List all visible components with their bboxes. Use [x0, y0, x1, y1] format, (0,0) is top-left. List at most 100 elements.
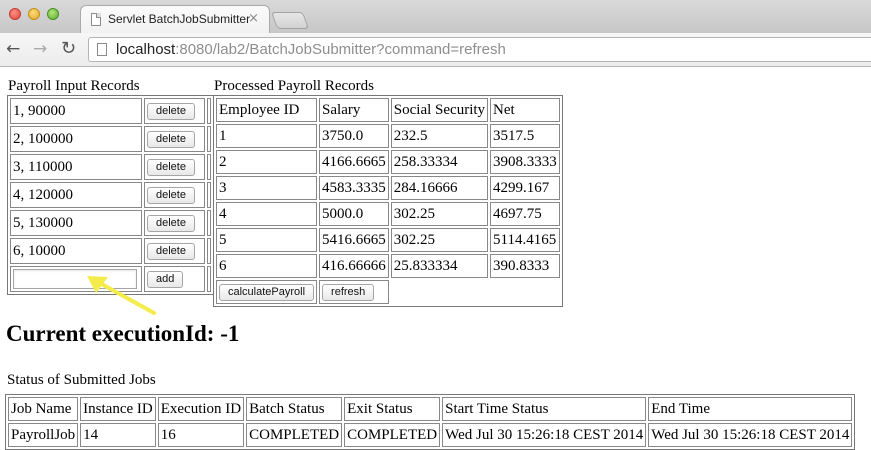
jobs-header-cell: Start Time Status — [442, 397, 647, 421]
input-record-text: 1, 90000 — [10, 98, 142, 124]
job-row: PayrollJob 14 16 COMPLETED COMPLETED Wed Jul … — [8, 423, 853, 447]
job-cell: 16 — [157, 423, 245, 447]
processed-cell: 25.833334 — [390, 254, 489, 278]
input-record-row: 3, 110000 delete — [10, 154, 211, 180]
input-record-text: 6, 10000 — [10, 238, 142, 264]
column-separator — [207, 182, 211, 208]
column-separator — [207, 98, 211, 124]
input-record-action-cell: delete — [144, 210, 205, 236]
url-host: localhost — [116, 41, 176, 58]
input-record-action-cell: delete — [144, 98, 205, 124]
job-cell: COMPLETED — [246, 423, 343, 447]
processed-cell: 4299.167 — [490, 176, 560, 200]
delete-button[interactable]: delete — [147, 243, 195, 260]
processed-cell: 5114.4165 — [490, 228, 560, 252]
processed-header-cell: Salary — [319, 98, 389, 122]
input-record-text: 2, 100000 — [10, 126, 142, 152]
page-icon — [91, 13, 101, 26]
column-separator — [207, 154, 211, 180]
input-record-action-cell: delete — [144, 126, 205, 152]
job-cell: COMPLETED — [344, 423, 441, 447]
delete-button[interactable]: delete — [147, 103, 195, 120]
delete-button[interactable]: delete — [147, 187, 195, 204]
processed-cell: 416.66666 — [319, 254, 389, 278]
delete-button[interactable]: delete — [147, 215, 195, 232]
processed-cell: 4697.75 — [490, 202, 560, 226]
annotation-arrow-icon — [87, 276, 156, 315]
processed-payroll-table: Employee ID Salary Social Security Net 1 375… — [213, 95, 563, 307]
processed-cell: 3908.3333 — [490, 150, 560, 174]
jobs-header-cell: Execution ID — [157, 397, 245, 421]
new-tab-button[interactable] — [270, 12, 310, 29]
processed-row: 3 4583.3335 284.16666 4299.167 — [216, 176, 560, 200]
calculate-payroll-button[interactable]: calculatePayroll — [219, 284, 315, 301]
empty-cell — [391, 280, 488, 304]
processed-cell: 4583.3335 — [319, 176, 389, 200]
current-execution-heading: Current executionId: -1 — [6, 321, 240, 346]
processed-header-cell: Net — [490, 98, 560, 122]
column-separator — [207, 266, 211, 292]
processed-cell: 3750.0 — [319, 124, 389, 148]
processed-cell: 3517.5 — [490, 124, 560, 148]
input-record-action-cell: delete — [144, 154, 205, 180]
address-url: localhost:8080/lab2/BatchJobSubmitter?co… — [116, 41, 506, 58]
input-record-text: 4, 120000 — [10, 182, 142, 208]
window-controls — [9, 8, 59, 20]
delete-button[interactable]: delete — [147, 159, 195, 176]
jobs-header-cell: Instance ID — [80, 397, 156, 421]
refresh-button[interactable]: refresh — [322, 284, 375, 301]
reload-icon[interactable]: ↻ — [61, 38, 76, 60]
input-caption: Payroll Input Records — [8, 78, 140, 94]
close-window-button[interactable] — [9, 8, 21, 20]
tab-title: Servlet BatchJobSubmitter — [108, 12, 251, 26]
column-separator — [207, 126, 211, 152]
processed-cell: 4166.6665 — [319, 150, 389, 174]
processed-header-cell: Employee ID — [216, 98, 318, 122]
forward-arrow-icon[interactable]: → — [33, 38, 47, 60]
input-record-row: 5, 130000 delete — [10, 210, 211, 236]
column-separator — [207, 238, 211, 264]
processed-cell: 232.5 — [390, 124, 489, 148]
input-record-action-cell: delete — [144, 182, 205, 208]
processed-cell: 284.16666 — [390, 176, 489, 200]
jobs-header-cell: Exit Status — [344, 397, 441, 421]
browser-chrome: Servlet BatchJobSubmitter × ← → ↻ localh… — [0, 0, 871, 67]
input-record-row: 6, 10000 delete — [10, 238, 211, 264]
processed-cell: 6 — [216, 254, 318, 278]
processed-cell: 302.25 — [390, 228, 489, 252]
jobs-header-cell: End Time — [648, 397, 853, 421]
processed-caption: Processed Payroll Records — [214, 78, 374, 94]
refresh-cell: refresh — [319, 280, 389, 304]
job-cell: 14 — [80, 423, 156, 447]
processed-cell: 4 — [216, 202, 318, 226]
processed-header-cell: Social Security — [390, 98, 489, 122]
job-cell: PayrollJob — [8, 423, 79, 447]
processed-cell: 5 — [216, 228, 318, 252]
input-record-text: 5, 130000 — [10, 210, 142, 236]
browser-tab[interactable]: Servlet BatchJobSubmitter × — [80, 5, 270, 33]
processed-cell: 5000.0 — [319, 202, 389, 226]
delete-button[interactable]: delete — [147, 131, 195, 148]
jobs-status-table: Job Name Instance ID Execution ID Batch Sta… — [5, 394, 856, 450]
zoom-window-button[interactable] — [47, 8, 59, 20]
job-cell: Wed Jul 30 15:26:18 CEST 2014 — [648, 423, 853, 447]
column-separator — [207, 210, 211, 236]
input-record-action-cell: delete — [144, 238, 205, 264]
processed-row: 1 3750.0 232.5 3517.5 — [216, 124, 560, 148]
close-tab-icon[interactable]: × — [248, 11, 259, 27]
input-record-text: 3, 110000 — [10, 154, 142, 180]
minimize-window-button[interactable] — [28, 8, 40, 20]
processed-row: 2 4166.6665 258.33334 3908.3333 — [216, 150, 560, 174]
back-arrow-icon[interactable]: ← — [6, 38, 20, 60]
input-record-row: 2, 100000 delete — [10, 126, 211, 152]
address-bar[interactable]: localhost:8080/lab2/BatchJobSubmitter?co… — [88, 37, 871, 62]
processed-cell: 390.8333 — [490, 254, 560, 278]
payroll-input-table: 1, 90000 delete 2, 100000 delete 3, 110000 de… — [7, 95, 214, 295]
jobs-header-cell: Job Name — [8, 397, 79, 421]
browser-toolbar: ← → ↻ localhost:8080/lab2/BatchJobSubmit… — [0, 33, 871, 67]
input-record-row: 1, 90000 delete — [10, 98, 211, 124]
jobs-header-cell: Batch Status — [246, 397, 343, 421]
processed-cell: 302.25 — [390, 202, 489, 226]
page-content: Payroll Input Records 1, 90000 delete 2, 1… — [0, 67, 871, 450]
page-icon — [97, 43, 107, 56]
